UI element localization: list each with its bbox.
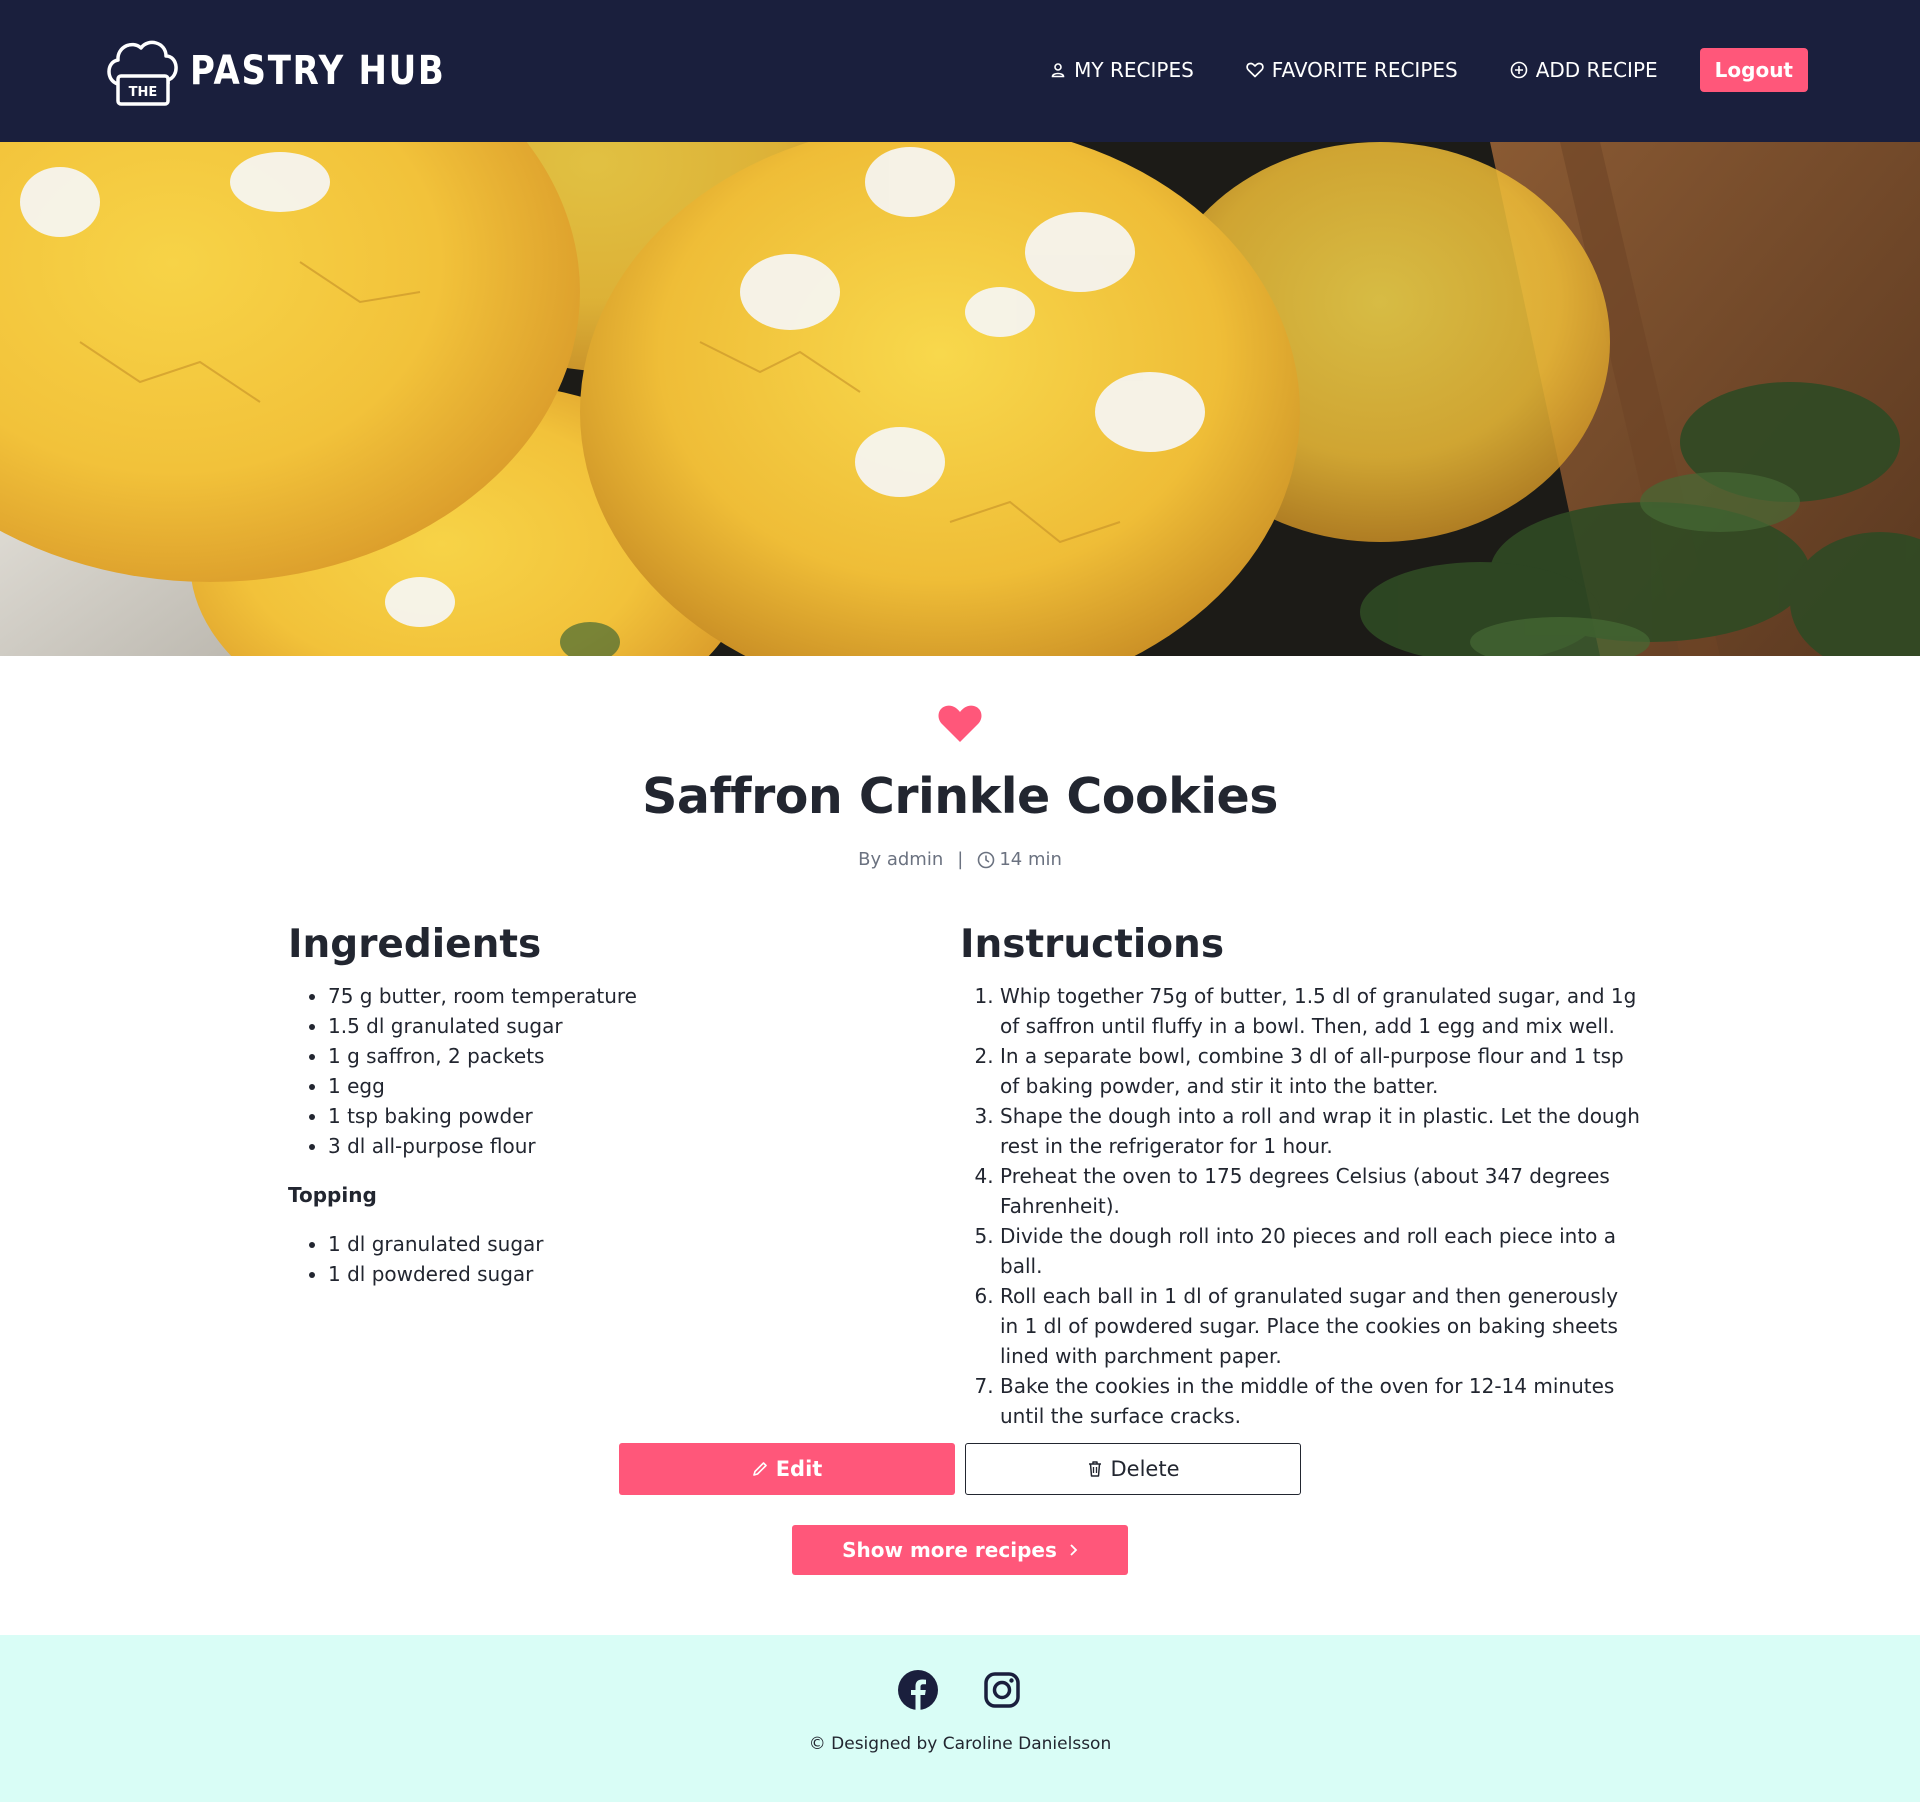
pencil-icon (752, 1462, 767, 1476)
nav-my-recipes[interactable]: MY RECIPES (1050, 58, 1194, 82)
show-more-recipes-button[interactable]: Show more recipes (792, 1525, 1128, 1575)
topping-item: 1 dl powdered sugar (328, 1259, 888, 1289)
navbar: THE PASTRY HUB MY RECIPES FAVORITE RECIP… (0, 0, 1920, 142)
meta-separator: | (957, 849, 964, 870)
instagram-link[interactable] (982, 1670, 1022, 1714)
ingredient-item: 75 g butter, room temperature (328, 981, 888, 1011)
user-icon (1051, 63, 1065, 78)
nav-add-recipe-label: ADD RECIPE (1535, 58, 1658, 82)
ingredient-item: 1.5 dl granulated sugar (328, 1011, 888, 1041)
nav-add-recipe[interactable]: ADD RECIPE (1510, 58, 1658, 82)
instructions-title: Instructions (960, 922, 1225, 967)
nav-favorite-recipes-label: FAVORITE RECIPES (1271, 58, 1458, 82)
chevron-right-icon (1070, 1544, 1078, 1556)
topping-title: Topping (288, 1183, 377, 1207)
edit-button[interactable]: Edit (619, 1443, 955, 1495)
instruction-step: Divide the dough roll into 20 pieces and… (1000, 1221, 1640, 1281)
ingredients-list: 75 g butter, room temperature 1.5 dl gra… (288, 981, 888, 1161)
instructions-section: Instructions Whip together 75g of butter… (960, 922, 1640, 1431)
ingredient-item: 1 tsp baking powder (328, 1101, 888, 1131)
instruction-step: Shape the dough into a roll and wrap it … (1000, 1101, 1640, 1161)
recipe-meta: By admin | 14 min (0, 849, 1920, 870)
trash-icon (1088, 1461, 1101, 1477)
ingredient-item: 1 egg (328, 1071, 888, 1101)
instruction-step: In a separate bowl, combine 3 dl of all-… (1000, 1041, 1640, 1101)
logout-button[interactable]: Logout (1699, 48, 1808, 92)
nav-favorite-recipes[interactable]: FAVORITE RECIPES (1246, 58, 1458, 82)
instagram-icon (984, 1672, 1020, 1708)
topping-item: 1 dl granulated sugar (328, 1229, 888, 1259)
recipe-time: 14 min (999, 849, 1062, 870)
instruction-step: Whip together 75g of butter, 1.5 dl of g… (1000, 981, 1640, 1041)
social-links (0, 1670, 1920, 1714)
favorite-heart-icon[interactable] (937, 704, 983, 744)
main-nav: MY RECIPES FAVORITE RECIPES ADD RECIPE L… (998, 46, 1808, 94)
instructions-list: Whip together 75g of butter, 1.5 dl of g… (960, 981, 1640, 1431)
ingredients-title: Ingredients (288, 922, 542, 967)
delete-button-label: Delete (1110, 1457, 1180, 1481)
copyright-text: © Designed by Caroline Danielsson (808, 1734, 1112, 1754)
instruction-step: Bake the cookies in the middle of the ov… (1000, 1371, 1640, 1431)
recipe-title: Saffron Crinkle Cookies (642, 768, 1278, 825)
instruction-step: Preheat the oven to 175 degrees Celsius … (1000, 1161, 1640, 1221)
heart-outline-icon (1246, 62, 1264, 78)
ingredients-section: Ingredients 75 g butter, room temperatur… (288, 922, 888, 1289)
facebook-icon (898, 1670, 938, 1710)
facebook-link[interactable] (898, 1670, 938, 1714)
edit-button-label: Edit (775, 1457, 823, 1481)
topping-list: 1 dl granulated sugar 1 dl powdered suga… (288, 1229, 888, 1289)
delete-button[interactable]: Delete (965, 1443, 1301, 1495)
recipe-hero-image (0, 142, 1920, 656)
plus-circle-icon (1510, 61, 1528, 79)
recipe-author: By admin (858, 849, 944, 870)
brand-logo-link[interactable]: THE PASTRY HUB (104, 34, 491, 108)
svg-text:THE: THE (129, 85, 158, 100)
nav-my-recipes-label: MY RECIPES (1074, 58, 1194, 82)
instruction-step: Roll each ball in 1 dl of granulated sug… (1000, 1281, 1640, 1371)
clock-icon (978, 851, 995, 868)
footer: © Designed by Caroline Danielsson (0, 1635, 1920, 1802)
ingredient-item: 1 g saffron, 2 packets (328, 1041, 888, 1071)
chef-hat-icon: THE (107, 40, 178, 106)
brand-name: PASTRY HUB (190, 48, 446, 94)
show-more-label: Show more recipes (842, 1538, 1057, 1562)
ingredient-item: 3 dl all-purpose flour (328, 1131, 888, 1161)
